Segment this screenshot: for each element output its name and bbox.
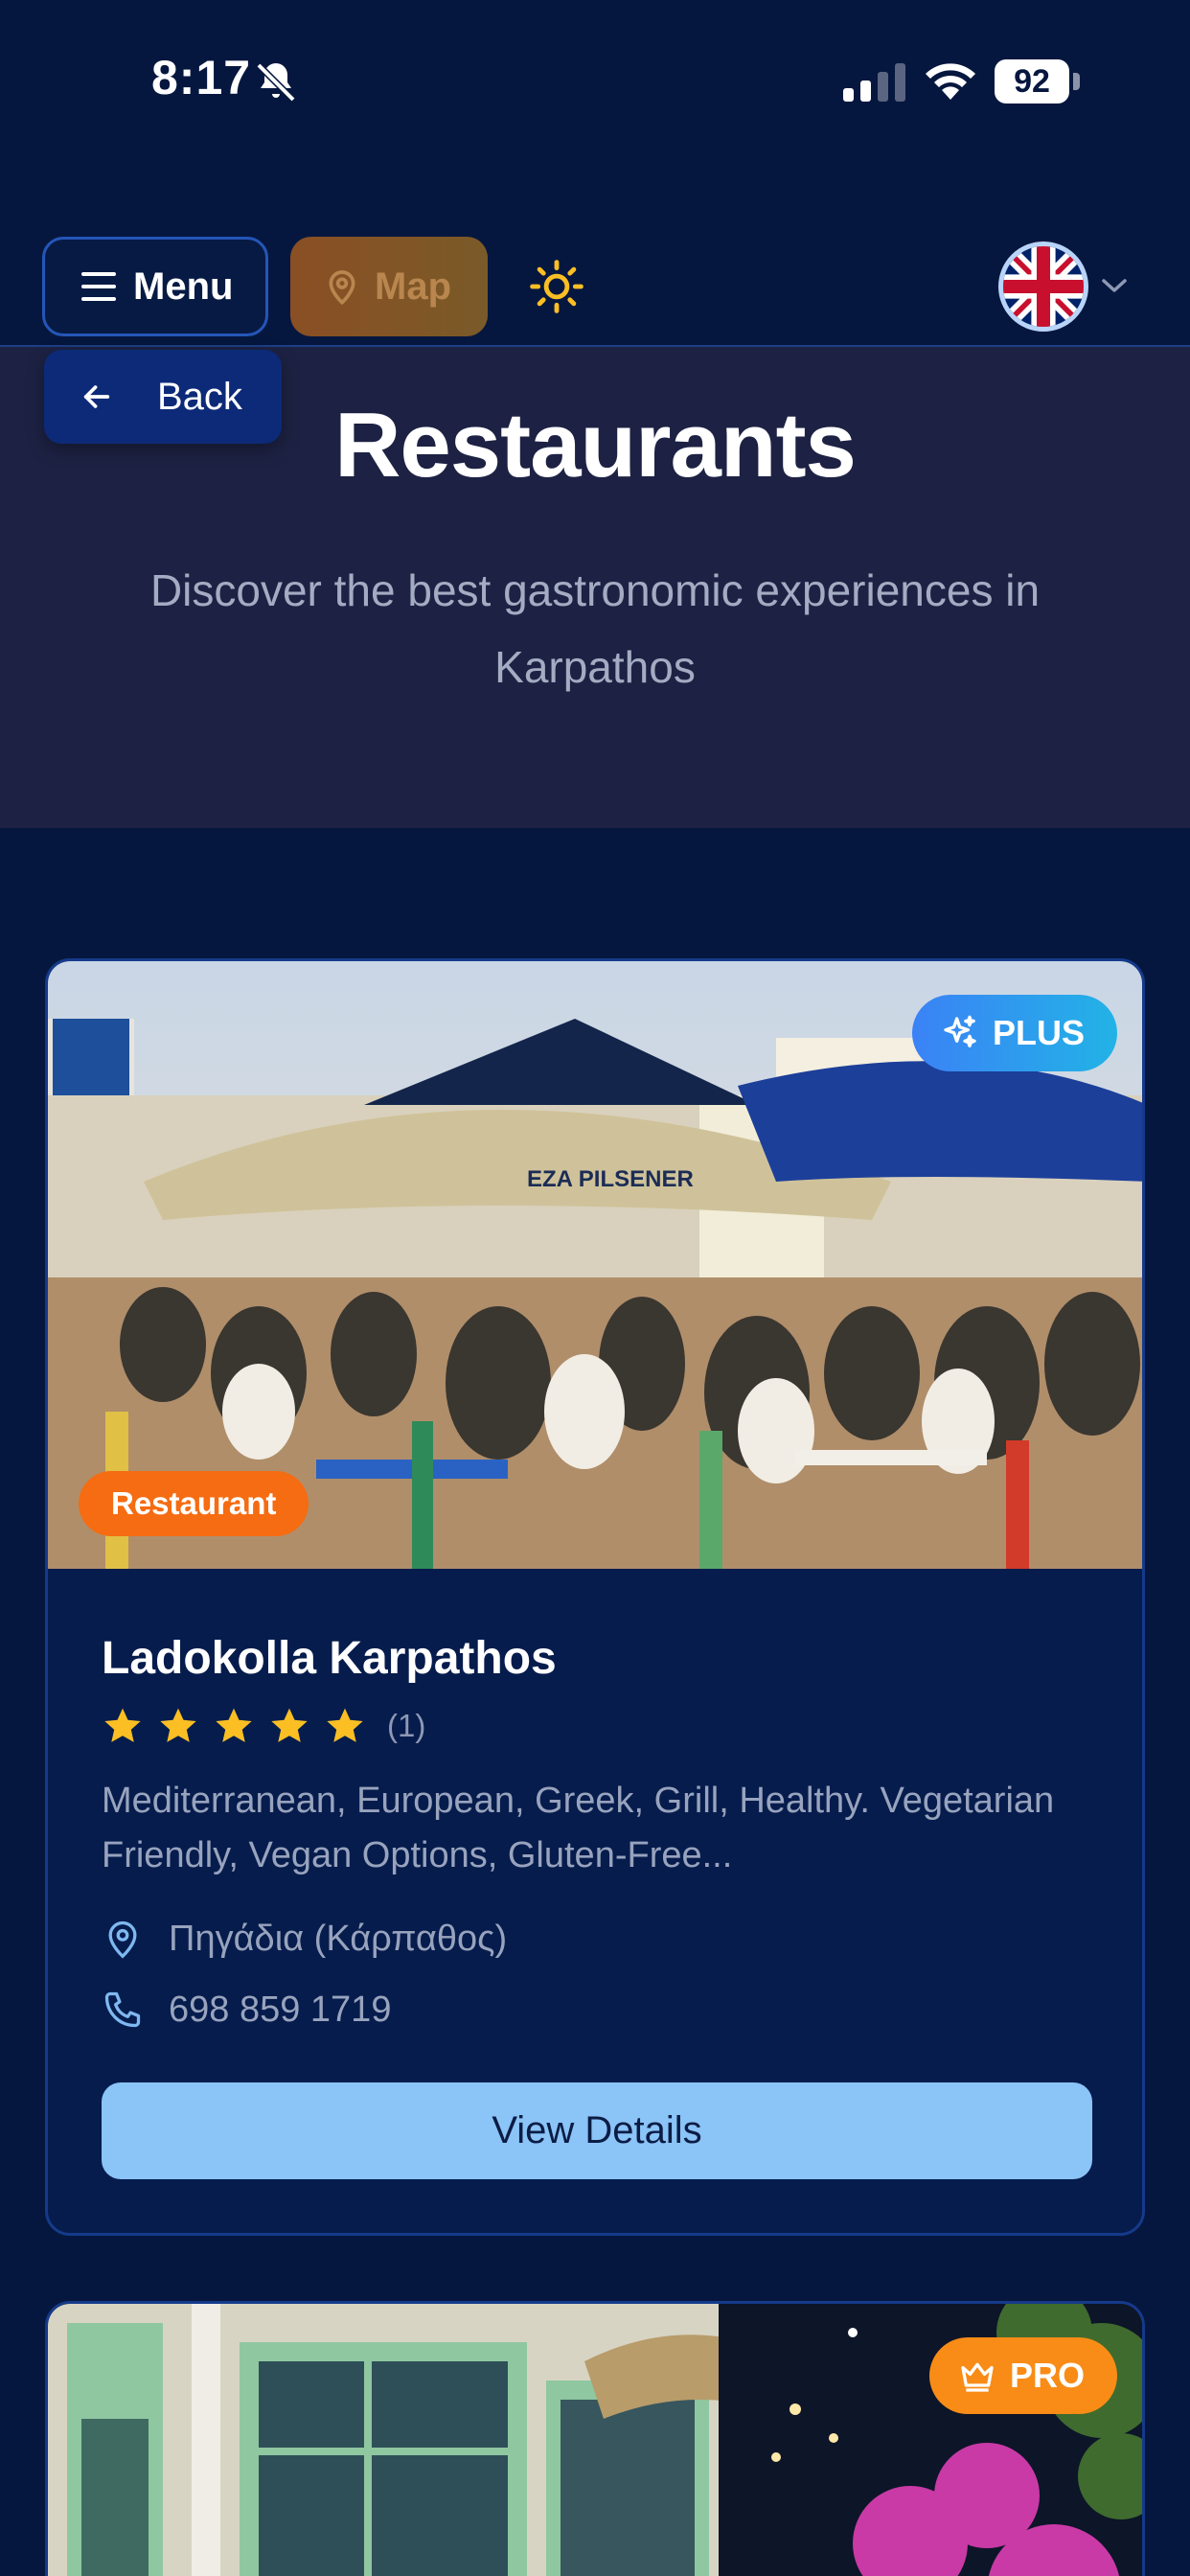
restaurant-card[interactable]: EZA PILSENER PLUS Restaurant Ladokolla K… bbox=[45, 958, 1145, 2236]
svg-text:EZA PILSENER: EZA PILSENER bbox=[527, 1166, 694, 1192]
battery-level: 92 bbox=[995, 59, 1069, 104]
cell-signal-icon bbox=[843, 63, 905, 102]
map-pin-icon bbox=[329, 270, 355, 306]
page-subtitle: Discover the best gastronomic experience… bbox=[149, 565, 1041, 692]
crown-icon bbox=[961, 2362, 994, 2392]
star-icon bbox=[271, 1708, 308, 1742]
hamburger-icon bbox=[81, 272, 116, 301]
star-rating: (1) bbox=[102, 1705, 425, 1747]
phone-icon bbox=[104, 1991, 141, 2028]
location-row: Πηγάδια (Κάρπαθος) bbox=[102, 1918, 507, 1960]
pro-badge: PRO bbox=[928, 2337, 1117, 2414]
uk-flag-icon[interactable] bbox=[998, 242, 1088, 332]
star-icon bbox=[160, 1708, 196, 1742]
phone-text[interactable]: 698 859 1719 bbox=[169, 1990, 391, 2031]
battery-indicator: 92 bbox=[995, 59, 1081, 104]
header-nav: Menu Map bbox=[0, 163, 1190, 347]
star-icon bbox=[327, 1708, 363, 1742]
review-count: (1) bbox=[387, 1708, 426, 1743]
bell-muted-icon bbox=[256, 62, 296, 103]
wifi-icon bbox=[926, 63, 975, 100]
sparkles-icon bbox=[944, 1015, 976, 1047]
menu-label: Menu bbox=[133, 264, 234, 308]
plus-badge: PLUS bbox=[911, 995, 1117, 1071]
location-text: Πηγάδια (Κάρπαθος) bbox=[169, 1918, 508, 1959]
tier-label: PLUS bbox=[992, 1013, 1085, 1052]
map-pin-icon bbox=[108, 1920, 137, 1959]
phone-row[interactable]: 698 859 1719 bbox=[102, 1989, 391, 2031]
back-button[interactable]: Back bbox=[44, 350, 282, 444]
status-bar: 8:17 92 bbox=[0, 0, 1190, 163]
status-time: 8:17 bbox=[151, 51, 252, 104]
star-icon bbox=[104, 1708, 141, 1742]
restaurant-card[interactable]: PRO bbox=[45, 2301, 1145, 2576]
restaurant-photo[interactable]: EZA PILSENER PLUS Restaurant bbox=[48, 961, 1142, 1569]
tier-label: PRO bbox=[1009, 2356, 1085, 2395]
map-label: Map bbox=[375, 264, 451, 308]
restaurant-photo[interactable]: PRO bbox=[48, 2304, 1142, 2576]
map-button[interactable]: Map bbox=[290, 237, 488, 336]
arrow-left-icon bbox=[83, 385, 110, 408]
back-label: Back bbox=[157, 375, 242, 418]
star-icon bbox=[216, 1708, 252, 1742]
menu-button[interactable]: Menu bbox=[42, 237, 268, 336]
chevron-down-icon[interactable] bbox=[1098, 274, 1131, 297]
category-badge: Restaurant bbox=[79, 1471, 309, 1536]
sun-icon[interactable] bbox=[529, 259, 584, 314]
battery-cap bbox=[1073, 73, 1080, 90]
view-details-button[interactable]: View Details bbox=[102, 2082, 1092, 2179]
cuisine-list: Mediterranean, European, Greek, Grill, H… bbox=[102, 1781, 1055, 1875]
restaurant-name[interactable]: Ladokolla Karpathos bbox=[102, 1632, 557, 1685]
